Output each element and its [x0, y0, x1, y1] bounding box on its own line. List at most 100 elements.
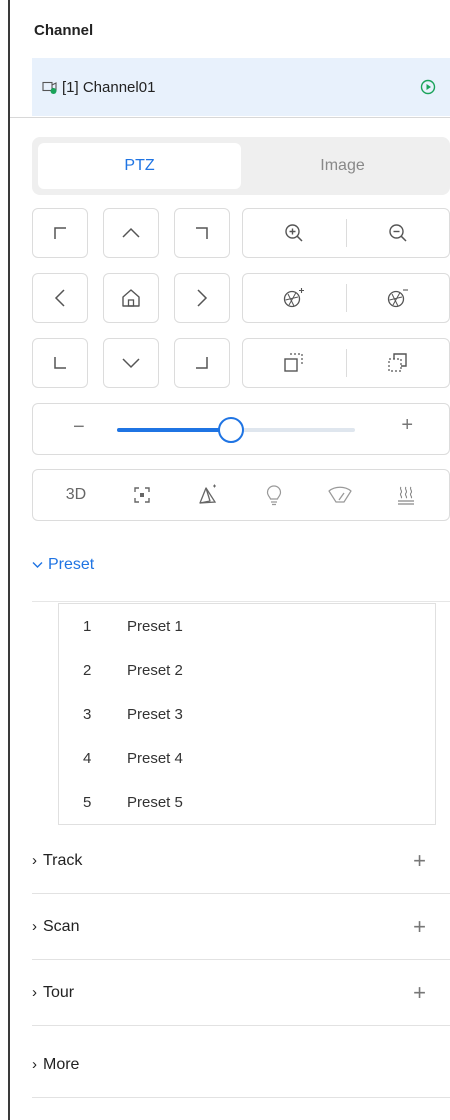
chevron-right-icon: › — [32, 1056, 37, 1073]
chevron-right-icon: › — [32, 852, 37, 869]
3d-positioning-label: 3D — [65, 486, 87, 503]
ptz-down-right-button[interactable] — [174, 338, 230, 388]
focus-far-icon — [388, 353, 407, 372]
ptz-panel: Channel [1] Channel01 PTZ Image − + 3D P… — [10, 0, 450, 1120]
divider — [32, 601, 450, 602]
iris-minus-icon — [387, 289, 408, 308]
section-tour-label: Tour — [43, 983, 75, 1001]
ptz-home-button[interactable] — [103, 273, 159, 323]
list-item[interactable]: 2 Preset 2 — [59, 648, 435, 692]
section-more[interactable]: › More — [32, 1032, 450, 1098]
tab-bar: PTZ Image — [32, 137, 450, 195]
focus-far-button[interactable] — [347, 339, 450, 387]
preset-title: Preset — [48, 556, 95, 573]
wiper-icon — [328, 486, 352, 503]
preset-name: Preset 5 — [127, 793, 183, 811]
section-more-label: More — [43, 1055, 80, 1073]
ptz-down-left-button[interactable] — [32, 338, 88, 388]
preset-name: Preset 2 — [127, 661, 183, 679]
chevron-down-icon — [122, 358, 140, 369]
light-bulb-icon — [266, 485, 282, 506]
speed-slider: − + — [32, 403, 450, 455]
channel-label: [1] Channel01 — [62, 78, 156, 96]
tab-image[interactable]: Image — [241, 143, 444, 189]
list-item[interactable]: 5 Preset 5 — [59, 780, 435, 824]
focus-near-button[interactable] — [243, 339, 346, 387]
ptz-tools: 3D — [32, 469, 450, 521]
section-more-header: › More — [32, 1056, 79, 1074]
ptz-up-right-button[interactable] — [174, 208, 230, 258]
iris-plus-icon — [284, 288, 305, 308]
corner-down-right-icon — [196, 357, 208, 369]
add-scan-button[interactable]: + — [413, 914, 426, 940]
ptz-right-button[interactable] — [174, 273, 230, 323]
chevron-left-icon — [54, 289, 65, 307]
ptz-left-button[interactable] — [32, 273, 88, 323]
add-track-button[interactable]: + — [413, 848, 426, 874]
zoom-out-icon — [389, 224, 407, 242]
section-tour-header: › Tour — [32, 984, 74, 1002]
chevron-up-icon — [122, 227, 140, 238]
preset-number: 2 — [83, 661, 92, 679]
preset-list: 1 Preset 1 2 Preset 2 3 Preset 3 4 Prese… — [58, 603, 436, 825]
preset-name: Preset 3 — [127, 705, 183, 723]
zoom-in-icon — [285, 224, 303, 242]
iris-control — [242, 273, 450, 323]
home-icon — [122, 289, 140, 307]
preset-name: Preset 1 — [127, 617, 183, 635]
list-item[interactable]: 4 Preset 4 — [59, 736, 435, 780]
speed-increase-button[interactable]: + — [401, 414, 413, 437]
section-track[interactable]: › Track + — [32, 828, 450, 894]
iris-close-button[interactable] — [347, 274, 450, 322]
3d-positioning-button[interactable]: 3D — [56, 475, 96, 515]
ptz-up-left-button[interactable] — [32, 208, 88, 258]
focus-box-button[interactable] — [122, 475, 162, 515]
heater-icon — [398, 486, 414, 505]
section-scan[interactable]: › Scan + — [32, 894, 450, 960]
chevron-right-icon: › — [32, 984, 37, 1001]
iris-open-button[interactable] — [243, 274, 346, 322]
section-scan-label: Scan — [43, 917, 80, 935]
add-tour-button[interactable]: + — [413, 980, 426, 1006]
list-item[interactable]: 1 Preset 1 — [59, 604, 435, 648]
section-track-header: › Track — [32, 852, 82, 870]
ptz-up-button[interactable] — [103, 208, 159, 258]
preset-number: 1 — [83, 617, 92, 635]
slider-thumb[interactable] — [218, 417, 245, 443]
preset-header[interactable]: Preset — [32, 556, 94, 574]
preset-number: 3 — [83, 705, 92, 723]
section-scan-header: › Scan — [32, 918, 79, 936]
chevron-down-icon — [32, 562, 43, 568]
camera-icon — [42, 79, 58, 95]
preset-name: Preset 4 — [127, 749, 183, 767]
preset-number: 5 — [83, 793, 92, 811]
preset-number: 4 — [83, 749, 92, 767]
speed-decrease-button[interactable]: − — [73, 416, 85, 439]
list-item[interactable]: 3 Preset 3 — [59, 692, 435, 736]
corner-down-left-icon — [54, 357, 66, 369]
corner-up-left-icon — [54, 227, 66, 239]
zoom-in-button[interactable] — [243, 209, 346, 257]
heater-button[interactable] — [386, 475, 426, 515]
focus-near-icon — [284, 353, 303, 372]
divider — [10, 117, 450, 118]
auto-pan-icon — [199, 484, 217, 504]
section-tour[interactable]: › Tour + — [32, 960, 450, 1026]
zoom-out-button[interactable] — [347, 209, 450, 257]
focus-box-icon — [134, 487, 150, 503]
chevron-right-icon — [197, 289, 208, 307]
chevron-right-icon: › — [32, 918, 37, 935]
auto-pan-button[interactable] — [188, 475, 228, 515]
ptz-down-button[interactable] — [103, 338, 159, 388]
zoom-control — [242, 208, 450, 258]
tab-ptz[interactable]: PTZ — [38, 143, 241, 189]
corner-up-right-icon — [196, 227, 208, 239]
channel-title: Channel — [34, 22, 94, 39]
wiper-button[interactable] — [320, 475, 360, 515]
focus-control — [242, 338, 450, 388]
slider-fill — [117, 428, 232, 432]
channel-row[interactable]: [1] Channel01 — [32, 58, 450, 116]
play-circle-icon[interactable] — [420, 79, 436, 95]
section-track-label: Track — [43, 851, 83, 869]
light-button[interactable] — [254, 475, 294, 515]
